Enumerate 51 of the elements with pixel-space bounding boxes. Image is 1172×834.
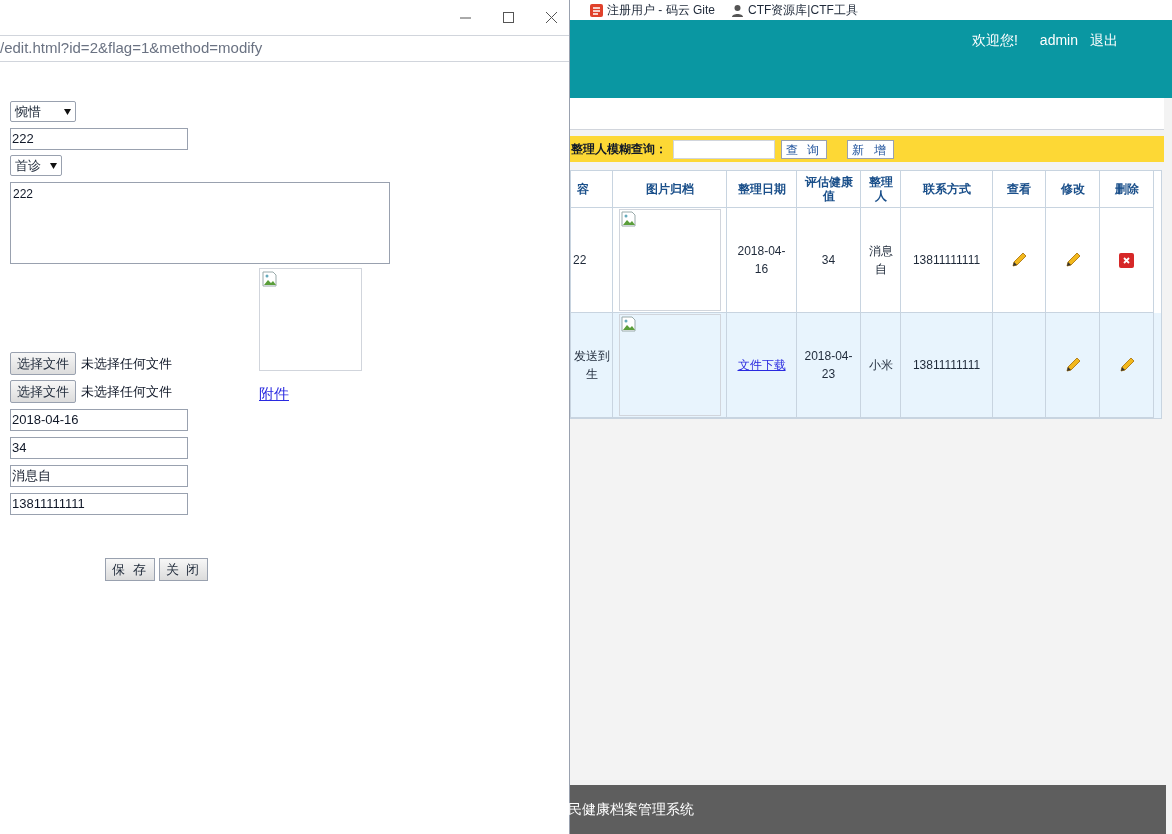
- input-field[interactable]: 222: [10, 128, 188, 150]
- broken-image-icon: [620, 316, 637, 332]
- choose-file-button[interactable]: 选择文件: [10, 380, 76, 403]
- maximize-icon[interactable]: [503, 12, 514, 23]
- table-row[interactable]: 发送到生 文件下载 2018-04-23 小米 13811111111: [571, 313, 1161, 418]
- choose-file-button[interactable]: 选择文件: [10, 352, 76, 375]
- table-cell-text: 小米: [867, 357, 894, 374]
- form-button[interactable]: 关 闭: [158, 558, 209, 581]
- search-button[interactable]: 新 增: [847, 139, 894, 159]
- welcome-text: 欢迎您!: [971, 31, 1018, 50]
- logout-link[interactable]: 退出: [1090, 30, 1118, 51]
- file-status-text: 未选择任何文件: [81, 354, 172, 373]
- table-cell-text: 2018-04-16: [736, 243, 787, 278]
- table-cell-text: 22: [572, 252, 588, 269]
- form-button[interactable]: 保 存: [105, 558, 155, 581]
- input-field[interactable]: 34: [10, 437, 188, 459]
- table-cell-text: 13811111111: [911, 357, 982, 374]
- footer-text: 民健康档案管理系统: [568, 800, 694, 819]
- search-field[interactable]: [673, 139, 775, 159]
- pencil-icon[interactable]: [1064, 252, 1081, 268]
- file-status-text: 未选择任何文件: [81, 382, 172, 401]
- bookmark-link[interactable]: CTF资源库|CTF工具: [748, 1, 858, 19]
- select-dropdown[interactable]: 首诊: [10, 155, 62, 176]
- table-cell-text: 34: [820, 252, 837, 269]
- broken-image-icon: [262, 271, 278, 287]
- input-field[interactable]: 13811111111: [10, 493, 188, 515]
- search-button[interactable]: 查 询: [781, 139, 828, 159]
- input-field[interactable]: 消息自: [10, 465, 188, 487]
- bookmark-icon: [590, 3, 603, 17]
- pencil-icon[interactable]: [1118, 357, 1135, 373]
- close-icon[interactable]: [546, 12, 557, 23]
- delete-icon[interactable]: [1119, 252, 1134, 268]
- person-icon: [731, 3, 744, 17]
- bookmark-link[interactable]: 注册用户 - 码云 Gite: [607, 1, 715, 19]
- table-cell-text: 2018-04-23: [803, 348, 854, 383]
- input-field[interactable]: 2018-04-16: [10, 409, 188, 431]
- attachment-link[interactable]: 附件: [259, 383, 289, 406]
- caret-icon: [50, 162, 57, 169]
- table-cell-text: 消息自: [867, 243, 894, 278]
- username-link[interactable]: admin: [1039, 30, 1078, 51]
- broken-image-icon: [620, 211, 637, 227]
- pencil-icon[interactable]: [1064, 357, 1081, 373]
- table-cell-text: 13811111111: [911, 252, 982, 269]
- select-dropdown[interactable]: 惋惜: [10, 101, 76, 122]
- pencil-icon[interactable]: [1011, 252, 1027, 268]
- caret-icon: [64, 108, 71, 115]
- search-label: 整理人模糊查询：: [570, 141, 667, 158]
- table-cell-text: 发送到生: [572, 348, 611, 383]
- textarea-field[interactable]: 222: [10, 182, 390, 264]
- file-download-link[interactable]: 文件下载: [737, 356, 786, 374]
- address-bar-url[interactable]: /edit.html?id=2&flag=1&method=modify: [0, 37, 263, 60]
